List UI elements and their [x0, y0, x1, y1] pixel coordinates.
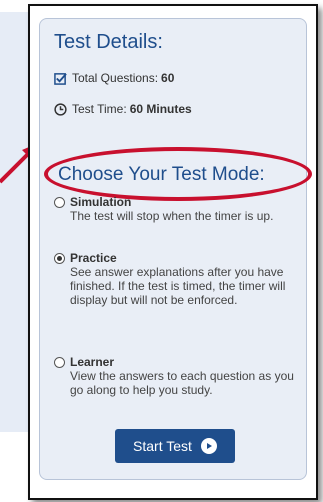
- radio-practice[interactable]: [54, 252, 65, 264]
- mode-name: Simulation: [70, 195, 132, 209]
- clock-icon: [54, 102, 67, 116]
- panel-title: Test Details:: [54, 31, 163, 53]
- mode-option-simulation[interactable]: Simulation The test will stop when the t…: [54, 195, 302, 223]
- total-questions-label: Total Questions:: [72, 71, 159, 85]
- mode-description: See answer explanations after you have f…: [70, 265, 286, 307]
- radio-simulation[interactable]: [54, 196, 65, 208]
- mode-option-practice[interactable]: Practice See answer explanations after y…: [54, 251, 302, 307]
- test-time-label: Test Time:: [72, 102, 127, 116]
- total-questions-value: 60: [161, 71, 175, 85]
- checkbox-icon: [54, 72, 67, 85]
- radio-learner[interactable]: [54, 356, 65, 368]
- total-questions: Total Questions: 60: [54, 71, 174, 85]
- mode-option-learner[interactable]: Learner View the answers to each questio…: [54, 355, 302, 397]
- play-icon: [200, 438, 217, 454]
- screenshot-frame: Test Details: Total Questions: 60 Test T…: [28, 4, 318, 500]
- mode-heading: Choose Your Test Mode:: [58, 164, 265, 185]
- mode-description: The test will stop when the timer is up.: [70, 209, 274, 223]
- test-time: Test Time: 60 Minutes: [54, 102, 192, 116]
- test-details-panel: Test Details: Total Questions: 60 Test T…: [39, 18, 312, 480]
- mode-name: Practice: [70, 251, 117, 265]
- start-test-button[interactable]: Start Test: [115, 429, 235, 463]
- test-time-value: 60 Minutes: [129, 102, 192, 116]
- mode-name: Learner: [70, 355, 115, 369]
- start-test-label: Start Test: [133, 438, 192, 454]
- mode-description: View the answers to each question as you…: [70, 369, 294, 397]
